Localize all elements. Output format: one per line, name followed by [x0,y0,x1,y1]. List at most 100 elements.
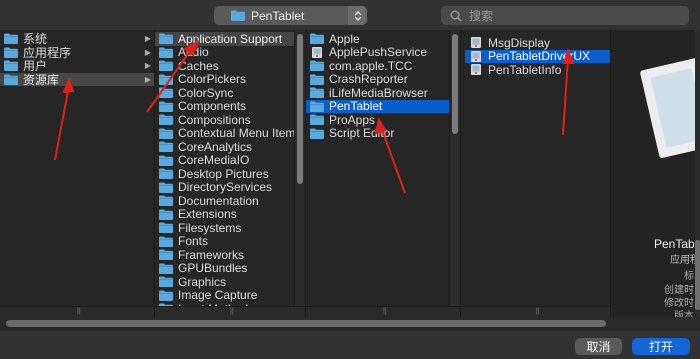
list-item[interactable]: Apple▶ [306,32,460,46]
app-icon [312,46,322,58]
list-item-label: Fonts [178,234,209,249]
cancel-button[interactable]: 取消 [575,338,622,355]
list-item[interactable]: com.apple.TCC▶ [306,59,460,73]
toolbar: PenTablet [0,0,700,30]
horizontal-scrollbar[interactable] [0,317,700,331]
list-item-label: CoreAnalytics [178,139,253,154]
list-item[interactable]: Frameworks▶ [155,248,305,262]
list-item[interactable]: DirectoryServices▶ [155,180,305,194]
list-item[interactable]: iLifeMediaBrowser▶ [306,86,460,100]
search-icon [450,10,462,22]
list-item-label: GPUBundles [178,261,248,276]
scrollbar[interactable] [449,30,460,307]
folder-icon [159,168,173,180]
list-item[interactable]: ColorSync▶ [155,86,305,100]
list-item[interactable]: CrashReporter▶ [306,72,460,87]
list-item[interactable]: Compositions▶ [155,113,305,127]
folder-icon [310,74,324,85]
list-item-label: CrashReporter [329,72,408,87]
list-item[interactable]: Image Capture▶ [155,288,305,303]
list-item-label: MsgDisplay [488,35,551,50]
list-item-label: Components [178,99,247,114]
list-item[interactable]: Filesystems▶ [155,221,305,235]
preview-scrollbar[interactable] [695,30,700,317]
list-item[interactable]: Documentation▶ [155,194,305,208]
folder-icon [159,128,173,139]
folder-icon [159,222,173,234]
column-browser: 系统▶应用程序▶用户▶资源库▶ || Application Support▶A… [0,30,700,322]
folder-icon [159,33,173,45]
folder-icon [310,60,324,72]
list-item[interactable]: CoreAnalytics▶ [155,140,305,154]
folder-icon [159,60,173,72]
chevron-right-icon: ▶ [144,61,151,70]
chevron-updown-icon [348,6,367,25]
list-item[interactable]: ApplePushService [306,45,460,60]
list-item-label: Audio [178,45,209,60]
list-item[interactable]: PenTabletDriverUX [465,49,610,63]
list-item[interactable]: Graphics▶ [155,275,305,289]
list-item[interactable]: Audio▶ [155,45,305,60]
folder-icon [4,74,18,85]
list-item[interactable]: CoreMediaIO▶ [155,153,305,167]
column-resize-bar[interactable]: || [0,306,154,317]
column-pentablet[interactable]: MsgDisplay PenTabletDriverUX PenTabletInfo… [461,30,611,317]
column-resize-bar[interactable]: || [306,306,460,317]
folder-icon [159,209,173,220]
folder-icon [310,33,324,45]
list-item[interactable]: Extensions▶ [155,207,305,222]
list-item-label: Extensions [178,207,237,222]
folder-icon [159,236,173,247]
folder-icon [159,182,173,193]
list-item-label: Script Editor [329,126,395,141]
list-item-label: ColorPickers [178,72,247,87]
list-item[interactable]: PenTabletInfo [465,63,610,77]
list-item-label: iLifeMediaBrowser [329,85,428,100]
folder-icon [310,87,324,99]
scrollbar-thumb[interactable] [6,320,606,327]
column-resize-bar[interactable]: || [155,306,305,317]
folder-icon [310,114,324,126]
list-item[interactable]: ProApps▶ [306,113,460,127]
list-item[interactable]: MsgDisplay [465,36,610,50]
list-item[interactable]: Caches▶ [155,59,305,73]
list-item-label: PenTabletInfo [488,62,562,77]
list-item-label: Graphics [178,274,227,289]
folder-icon [159,74,173,85]
list-item[interactable]: Desktop Pictures▶ [155,167,305,181]
column-resize-bar[interactable]: || [461,306,610,317]
column-application-support[interactable]: Apple▶ApplePushServicecom.apple.TCC▶Cras… [306,30,461,317]
app-icon [471,64,481,76]
list-item-label: Apple [329,31,360,46]
open-button[interactable]: 打开 [632,338,690,355]
list-item[interactable]: PenTablet▶ [306,99,460,113]
preview-name: PenTablet [654,237,700,251]
column-library[interactable]: Application Support▶Audio▶Caches▶ColorPi… [155,30,306,317]
preview-pane: PenTablet 应用程 标 创建时 修改时 版本 [611,30,700,322]
folder-icon [4,33,18,45]
list-item[interactable]: GPUBundles▶ [155,261,305,276]
list-item[interactable]: Application Support▶ [155,32,305,46]
list-item-label: Application Support [178,31,283,46]
list-item-label: 资源库 [23,72,60,87]
folder-icon [159,290,173,301]
list-item[interactable]: 资源库 ▶ [0,72,154,87]
search-input[interactable] [467,7,671,24]
scrollbar[interactable] [294,30,305,307]
folder-icon [4,60,18,72]
list-item-label: Contextual Menu Items [178,126,302,141]
column-root[interactable]: 系统 ▶ 应用程序 ▶ 用户 ▶ 资源库 ▶ || [0,30,155,317]
list-item[interactable]: Script Editor▶ [306,126,460,141]
folder-icon [159,276,173,288]
path-popup-label: PenTablet [251,8,305,23]
list-item-label: ApplePushService [329,45,428,60]
search-field[interactable] [441,6,689,25]
list-item[interactable]: ColorPickers▶ [155,72,305,87]
folder-icon [159,101,173,112]
path-popup-button[interactable]: PenTablet [214,6,367,25]
list-item-label: Image Capture [178,288,258,303]
folder-icon [310,128,324,139]
list-item[interactable]: Components▶ [155,99,305,114]
list-item[interactable]: Fonts▶ [155,234,305,249]
list-item[interactable]: Contextual Menu Items▶ [155,126,305,141]
